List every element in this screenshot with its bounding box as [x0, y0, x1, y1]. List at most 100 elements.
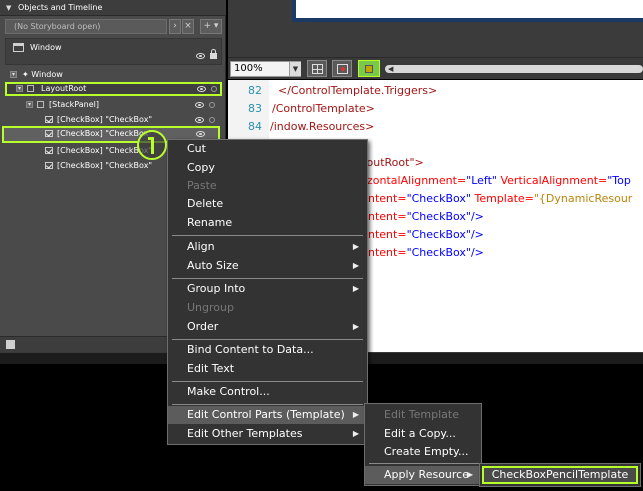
menu-item-edit-other-templates[interactable]: Edit Other Templates ▶ — [168, 425, 367, 443]
new-storyboard-button[interactable]: + ▾ — [200, 19, 222, 34]
storyboard-picker: (No Storyboard open) › × + ▾ — [5, 19, 222, 35]
expand-toggle-icon[interactable]: ▾ — [10, 71, 17, 78]
storyboard-delete-button[interactable]: × — [182, 19, 194, 34]
menu-item-label: Bind Content to Data... — [187, 343, 314, 356]
show-grid-button[interactable] — [307, 60, 327, 77]
menu-item-cut[interactable]: Cut — [168, 140, 367, 158]
menu-item-bind-content[interactable]: Bind Content to Data... — [168, 341, 367, 359]
lock-toggle-icon[interactable] — [209, 117, 215, 123]
panel-header[interactable]: ▼ Objects and Timeline — [0, 0, 226, 16]
menu-item-auto-size[interactable]: Auto Size ▶ — [168, 257, 367, 275]
tree-node-label: ✦ Window — [22, 70, 63, 79]
menu-item-checkbox-pencil-template[interactable]: CheckBoxPencilTemplate — [482, 466, 638, 484]
checkbox-icon — [45, 116, 53, 123]
menu-item-align[interactable]: Align ▶ — [168, 238, 367, 256]
menu-item-label: Rename — [187, 216, 233, 229]
menu-item-delete[interactable]: Delete — [168, 195, 367, 213]
snap-to-snaplines-button[interactable] — [358, 60, 380, 77]
panel-title: Objects and Timeline — [18, 3, 103, 12]
line-number: 83 — [248, 102, 262, 115]
expand-toggle-icon[interactable]: ▾ — [16, 85, 23, 92]
menu-item-label: Apply Resource — [384, 468, 469, 481]
menu-item-edit-control-parts[interactable]: Edit Control Parts (Template) ▶ — [168, 406, 367, 424]
lock-toggle-icon[interactable] — [209, 102, 215, 108]
scroll-left-icon[interactable]: ◀ — [388, 65, 393, 73]
menu-item-ungroup[interactable]: Ungroup — [168, 299, 367, 317]
code-line: </ControlTemplate.Triggers> — [272, 84, 437, 97]
horizontal-scrollbar[interactable]: ◀ — [385, 65, 643, 73]
code-token: Template= — [470, 192, 534, 205]
menu-item-rename[interactable]: Rename — [168, 214, 367, 232]
code-token: VerticalAlignment= — [497, 174, 608, 187]
snap-to-grid-button[interactable] — [332, 60, 352, 77]
chevron-down-icon[interactable]: ▼ — [289, 62, 301, 76]
menu-item-label: Align — [187, 240, 215, 253]
storyboard-select[interactable]: (No Storyboard open) — [5, 19, 167, 34]
code-line: ntent="CheckBox" Template="{DynamicResou… — [368, 192, 632, 205]
eye-icon[interactable] — [195, 117, 204, 123]
eye-icon[interactable] — [197, 86, 206, 92]
menu-item-create-empty[interactable]: Create Empty... — [365, 443, 481, 461]
tree-node-window[interactable]: ▾ ✦ Window — [5, 68, 222, 82]
tree-node-label: LayoutRoot — [41, 84, 87, 93]
expand-toggle-icon[interactable]: ▾ — [26, 101, 33, 108]
menu-item-label: Copy — [187, 161, 215, 174]
code-line: /ControlTemplate> — [272, 102, 375, 115]
zoom-dropdown[interactable]: 100% ▼ — [230, 61, 301, 77]
tree-node-layoutroot[interactable]: ▾ LayoutRoot — [5, 82, 222, 96]
menu-item-edit-a-copy[interactable]: Edit a Copy... — [365, 425, 481, 443]
menu-item-paste[interactable]: Paste — [168, 177, 367, 195]
scope-label: Window — [30, 43, 62, 52]
menu-item-make-control[interactable]: Make Control... — [168, 383, 367, 401]
menu-separator — [172, 404, 363, 405]
menu-item-copy[interactable]: Copy — [168, 159, 367, 177]
eye-icon[interactable] — [196, 131, 205, 137]
code-line: /indow.Resources> — [270, 120, 374, 133]
scope-window[interactable]: Window — [5, 38, 222, 65]
code-token: </ControlTemplate.Triggers> — [278, 84, 438, 97]
menu-item-apply-resource[interactable]: Apply Resource ▶ — [365, 466, 481, 484]
storyboard-close-button[interactable]: › — [169, 19, 181, 34]
code-token: "{DynamicResour — [533, 192, 633, 205]
menu-item-edit-text[interactable]: Edit Text — [168, 360, 367, 378]
collapse-triangle-icon[interactable]: ▼ — [6, 4, 11, 12]
code-token: /> — [470, 210, 484, 223]
tree-node-label: [CheckBox] "CheckBox" — [57, 115, 153, 124]
tree-node-checkbox[interactable]: [CheckBox] "CheckBox" — [5, 113, 222, 127]
menu-item-label: CheckBoxPencilTemplate — [491, 468, 629, 481]
code-token: ntent= — [368, 246, 407, 259]
eye-icon[interactable] — [196, 53, 205, 59]
code-token: /> — [470, 228, 484, 241]
zoom-value: 100% — [234, 63, 263, 74]
menu-separator — [172, 339, 363, 340]
window-icon — [13, 43, 24, 52]
menu-item-label: Group Into — [187, 282, 246, 295]
tree-node-label: [CheckBox] "CheckBox" — [57, 129, 153, 138]
menu-item-order[interactable]: Order ▶ — [168, 318, 367, 336]
tree-node-label: [CheckBox] "CheckBox" — [57, 161, 153, 170]
tree-node-stackpanel[interactable]: ▾ [StackPanel] — [5, 98, 222, 112]
code-token: "CheckBox" — [406, 228, 471, 241]
lock-toggle-icon[interactable] — [211, 86, 217, 92]
code-token: "Left" — [466, 174, 497, 187]
code-line: ntent="CheckBox"/> — [368, 246, 484, 259]
code-token: "Top — [607, 174, 631, 187]
snaplines-icon — [365, 65, 373, 73]
move-down-icon[interactable] — [6, 340, 15, 349]
code-token: youtRoot"> — [360, 156, 424, 169]
submenu-arrow-icon: ▶ — [466, 470, 473, 479]
lock-icon[interactable] — [210, 49, 217, 59]
menu-item-label: Edit Template — [384, 408, 459, 421]
grid-icon — [312, 64, 323, 74]
menu-item-label: Make Control... — [187, 385, 270, 398]
eye-icon[interactable] — [195, 102, 204, 108]
menu-item-edit-template[interactable]: Edit Template — [365, 406, 481, 424]
code-line: ntent="CheckBox"/> — [368, 210, 484, 223]
menu-item-label: Edit a Copy... — [384, 427, 456, 440]
menu-item-label: Create Empty... — [384, 445, 469, 458]
menu-item-group-into[interactable]: Group Into ▶ — [168, 280, 367, 298]
menu-item-label: Cut — [187, 142, 206, 155]
menu-item-label: Auto Size — [187, 259, 239, 272]
design-surface[interactable] — [228, 0, 643, 57]
artboard-canvas[interactable] — [292, 0, 643, 22]
